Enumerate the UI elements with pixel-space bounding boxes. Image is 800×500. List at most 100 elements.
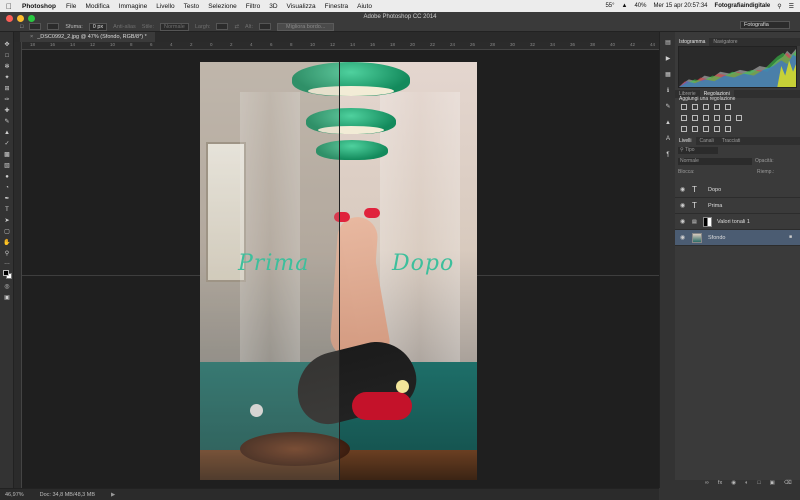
user-name[interactable]: Fotografiaindigitale (715, 3, 771, 9)
hand-tool-icon[interactable]: ✋ (3, 240, 11, 247)
tab-channels[interactable]: Canali (696, 137, 718, 145)
tab-histogram[interactable]: Istogramma (675, 38, 710, 46)
visibility-eye-icon[interactable]: ◉ (680, 186, 685, 193)
menu-modifica[interactable]: Modifica (85, 3, 109, 10)
properties-panel-icon[interactable]: ▦ (664, 72, 672, 79)
menu-3d[interactable]: 3D (269, 3, 277, 10)
info-panel-icon[interactable]: ℹ (664, 88, 672, 95)
gradient-map-adjustment-icon[interactable] (714, 126, 720, 132)
shape-tool-icon[interactable]: ▢ (3, 229, 11, 236)
style-select[interactable]: Normale (160, 22, 189, 31)
layer-valori-tonali[interactable]: ◉ ▤ Valori tonali 1 (675, 214, 800, 230)
layer-prima[interactable]: ◉ T Prima (675, 198, 800, 214)
healing-brush-tool-icon[interactable]: ✚ (3, 108, 11, 115)
tab-navigator[interactable]: Navigatore (709, 38, 741, 46)
clone-source-panel-icon[interactable]: ▲ (664, 120, 672, 127)
layer-name[interactable]: Prima (708, 203, 722, 209)
foreground-color-swatch[interactable] (3, 270, 9, 276)
selection-mode-new[interactable] (29, 23, 42, 30)
menu-finestra[interactable]: Finestra (325, 3, 348, 10)
selection-mode-add[interactable] (47, 23, 60, 30)
posterize-adjustment-icon[interactable] (692, 126, 698, 132)
refine-edge-button[interactable]: Migliora bordo... (277, 22, 335, 31)
apple-menu-icon[interactable]:  (6, 2, 12, 11)
delete-layer-icon[interactable]: ⌫ (784, 480, 792, 488)
channel-mixer-adjustment-icon[interactable] (725, 115, 731, 121)
zoom-level[interactable]: 46,97% (5, 492, 24, 498)
vibrance-adjustment-icon[interactable] (725, 104, 731, 110)
layer-style-icon[interactable]: fx (718, 480, 722, 488)
menu-livello[interactable]: Livello (156, 3, 174, 10)
exposure-adjustment-icon[interactable] (714, 104, 720, 110)
marquee-tool-icon[interactable]: □ (3, 53, 11, 60)
layer-sfondo[interactable]: ◉ Sfondo ■ (675, 230, 800, 246)
character-panel-icon[interactable]: A (664, 136, 672, 143)
curves-adjustment-icon[interactable] (703, 104, 709, 110)
height-input[interactable] (259, 23, 271, 30)
temperature-indicator[interactable]: 55° (605, 3, 614, 9)
more-tools-icon[interactable]: … (3, 260, 11, 267)
swap-icon[interactable]: ⇄ (234, 24, 239, 30)
document-tab[interactable]: × _DSC0992_2.jpg @ 47% (Sfondo, RGB/8*) * (20, 32, 155, 42)
blend-mode-select[interactable]: Normale (678, 158, 752, 165)
lock-icon[interactable]: ■ (789, 234, 792, 240)
battery-indicator[interactable]: 40% (634, 3, 646, 9)
brush-tool-icon[interactable]: ✎ (3, 119, 11, 126)
antialias-checkbox[interactable]: Anti-alias (113, 24, 136, 30)
workspace-select[interactable]: Fotografia (740, 21, 790, 29)
spotlight-search-icon[interactable]: ⚲ (777, 3, 781, 10)
menu-filtro[interactable]: Filtro (246, 3, 260, 10)
layer-mask-thumbnail[interactable] (703, 217, 712, 227)
visibility-eye-icon[interactable]: ◉ (680, 218, 685, 225)
clone-stamp-tool-icon[interactable]: ▲ (3, 130, 11, 137)
canvas-area[interactable]: Prima Dopo (22, 50, 659, 488)
clock[interactable]: Mer 15 apr 20:57:34 (653, 3, 707, 9)
threshold-adjustment-icon[interactable] (703, 126, 709, 132)
canvas-image[interactable]: Prima Dopo (200, 62, 477, 480)
levels-adjustment-icon[interactable] (692, 104, 698, 110)
color-balance-adjustment-icon[interactable] (692, 115, 698, 121)
add-mask-icon[interactable]: ◉ (731, 480, 736, 488)
photo-filter-adjustment-icon[interactable] (714, 115, 720, 121)
close-tab-icon[interactable]: × (30, 34, 33, 40)
layer-filter-select[interactable]: ⚲ Tipo (678, 147, 718, 154)
eraser-tool-icon[interactable]: ▩ (3, 152, 11, 159)
hue-saturation-adjustment-icon[interactable] (681, 115, 687, 121)
visibility-eye-icon[interactable]: ◉ (680, 234, 685, 241)
black-white-adjustment-icon[interactable] (703, 115, 709, 121)
text-prima[interactable]: Prima (238, 251, 309, 276)
brush-panel-icon[interactable]: ✎ (664, 104, 672, 111)
type-tool-icon[interactable]: T (3, 207, 11, 214)
marquee-tool-icon[interactable]: □ (20, 24, 23, 30)
horizontal-ruler[interactable]: 18 16 14 12 10 8 6 4 2 0 2 4 6 8 10 12 14 16 18 20 22 24 26 28 3… (22, 42, 659, 50)
dodge-tool-icon[interactable]: ◔ (3, 185, 11, 192)
visibility-eye-icon[interactable]: ◉ (680, 202, 685, 209)
lasso-tool-icon[interactable]: ✻ (3, 64, 11, 71)
history-brush-tool-icon[interactable]: ✓ (3, 141, 11, 148)
status-menu-arrow-icon[interactable]: ▶ (111, 492, 115, 498)
color-lookup-adjustment-icon[interactable] (736, 115, 742, 121)
crop-tool-icon[interactable]: ⊞ (3, 86, 11, 93)
menu-selezione[interactable]: Selezione (208, 3, 237, 10)
menu-testo[interactable]: Testo (184, 3, 200, 10)
feather-input[interactable]: 0 px (88, 22, 108, 31)
gradient-tool-icon[interactable]: ▧ (3, 163, 11, 170)
move-tool-icon[interactable]: ✥ (3, 42, 11, 49)
notification-center-icon[interactable]: ☰ (789, 3, 794, 10)
zoom-tool-icon[interactable]: ⚲ (3, 251, 11, 258)
paragraph-panel-icon[interactable]: ¶ (664, 152, 672, 159)
menu-aiuto[interactable]: Aiuto (357, 3, 372, 10)
eyedropper-tool-icon[interactable]: ✑ (3, 97, 11, 104)
brightness-adjustment-icon[interactable] (681, 104, 687, 110)
width-input[interactable] (216, 23, 229, 30)
new-layer-icon[interactable]: ▣ (770, 480, 775, 488)
link-layers-icon[interactable]: ∞ (705, 480, 709, 488)
vertical-ruler[interactable] (14, 42, 22, 488)
layer-dopo[interactable]: ◉ T Dopo (675, 182, 800, 198)
pen-tool-icon[interactable]: ✒ (3, 196, 11, 203)
actions-panel-icon[interactable]: ▶ (664, 56, 672, 63)
text-dopo[interactable]: Dopo (392, 251, 454, 276)
blur-tool-icon[interactable]: ● (3, 174, 11, 181)
path-select-tool-icon[interactable]: ➤ (3, 218, 11, 225)
wifi-icon[interactable]: ▲ (622, 3, 628, 9)
